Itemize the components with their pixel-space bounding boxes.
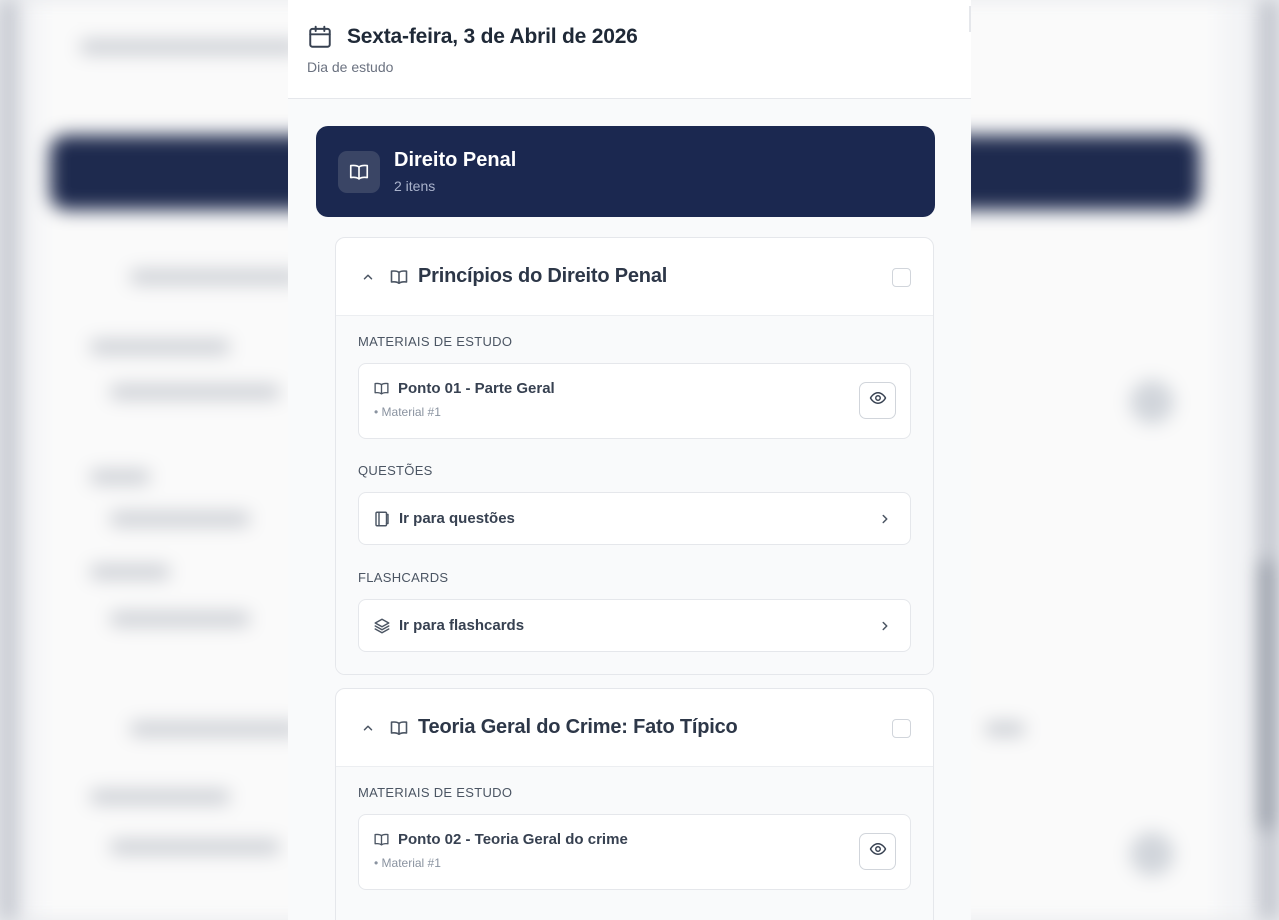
topic-header[interactable]: Teoria Geral do Crime: Fato Típico bbox=[336, 689, 933, 767]
topic-header[interactable]: Princípios do Direito Penal bbox=[336, 238, 933, 316]
book-open-icon bbox=[373, 380, 390, 397]
panel-header: Sexta-feira, 3 de Abril de 2026 Dia de e… bbox=[288, 0, 971, 99]
subject-text: Direito Penal 2 itens bbox=[394, 149, 516, 194]
go-to-flashcards-link[interactable]: Ir para flashcards bbox=[358, 599, 911, 652]
layers-icon bbox=[373, 617, 391, 635]
view-material-button[interactable] bbox=[859, 382, 896, 419]
chevron-right-icon bbox=[878, 619, 892, 633]
background-line bbox=[90, 470, 150, 484]
topic-body: MATERIAIS DE ESTUDO Ponto 01 - Parte Ger… bbox=[336, 316, 933, 674]
background-line bbox=[130, 722, 300, 736]
background-line bbox=[110, 612, 250, 626]
page-subtitle: Dia de estudo bbox=[307, 59, 394, 75]
page-title: Sexta-feira, 3 de Abril de 2026 bbox=[347, 25, 638, 48]
background-scrollbar bbox=[1259, 560, 1273, 830]
go-to-questions-label: Ir para questões bbox=[399, 510, 515, 527]
go-to-flashcards-label: Ir para flashcards bbox=[399, 617, 525, 634]
background-line bbox=[90, 790, 230, 804]
material-item[interactable]: Ponto 02 - Teoria Geral do crime • Mater… bbox=[358, 814, 911, 890]
subject-title: Direito Penal bbox=[394, 149, 517, 171]
topic-title: Princípios do Direito Penal bbox=[418, 265, 668, 287]
background-edge-left bbox=[0, 0, 18, 920]
topic-card: Princípios do Direito Penal MATERIAIS DE… bbox=[335, 237, 934, 675]
topic-complete-checkbox[interactable] bbox=[892, 268, 911, 287]
background-line bbox=[110, 385, 280, 399]
background-line bbox=[80, 40, 300, 54]
material-title: Ponto 01 - Parte Geral bbox=[398, 380, 555, 397]
date-row: Sexta-feira, 3 de Abril de 2026 bbox=[307, 24, 971, 50]
topic-title: Teoria Geral do Crime: Fato Típico bbox=[418, 716, 738, 738]
eye-icon bbox=[869, 389, 887, 412]
background-line bbox=[90, 565, 170, 579]
section-label-questions: QUESTÕES bbox=[358, 463, 433, 478]
chevron-up-icon[interactable] bbox=[361, 721, 375, 735]
section-label-materials: MATERIAIS DE ESTUDO bbox=[358, 334, 513, 349]
material-subtitle: • Material #1 bbox=[374, 856, 441, 870]
chevron-right-icon bbox=[878, 512, 892, 526]
chevron-up-icon[interactable] bbox=[361, 270, 375, 284]
material-row: Ponto 01 - Parte Geral bbox=[373, 380, 910, 397]
background-line bbox=[110, 840, 280, 854]
subject-count: 2 itens bbox=[394, 178, 436, 194]
topic-card: Teoria Geral do Crime: Fato Típico MATER… bbox=[335, 688, 934, 920]
book-open-icon bbox=[389, 718, 409, 738]
book-open-icon bbox=[389, 267, 409, 287]
view-material-button[interactable] bbox=[859, 833, 896, 870]
book-open-icon bbox=[338, 150, 380, 193]
background-button bbox=[1130, 832, 1174, 876]
study-day-panel: Sexta-feira, 3 de Abril de 2026 Dia de e… bbox=[288, 0, 971, 920]
section-label-flashcards: FLASHCARDS bbox=[358, 570, 449, 585]
questions-icon bbox=[373, 510, 391, 528]
background-line bbox=[985, 722, 1025, 736]
section-label-materials: MATERIAIS DE ESTUDO bbox=[358, 785, 513, 800]
topic-complete-checkbox[interactable] bbox=[892, 719, 911, 738]
book-open-icon bbox=[373, 831, 390, 848]
background-line bbox=[130, 270, 300, 284]
background-line bbox=[90, 340, 230, 354]
background-line bbox=[110, 512, 250, 526]
calendar-icon bbox=[307, 24, 333, 50]
background-button bbox=[1130, 380, 1174, 424]
material-title: Ponto 02 - Teoria Geral do crime bbox=[398, 831, 628, 848]
divider bbox=[969, 6, 971, 32]
material-item[interactable]: Ponto 01 - Parte Geral • Material #1 bbox=[358, 363, 911, 439]
eye-icon bbox=[869, 840, 887, 863]
go-to-questions-link[interactable]: Ir para questões bbox=[358, 492, 911, 545]
material-subtitle: • Material #1 bbox=[374, 405, 441, 419]
material-row: Ponto 02 - Teoria Geral do crime bbox=[373, 831, 910, 848]
topic-body: MATERIAIS DE ESTUDO Ponto 02 - Teoria Ge… bbox=[336, 767, 933, 920]
subject-banner: Direito Penal 2 itens bbox=[316, 126, 935, 217]
